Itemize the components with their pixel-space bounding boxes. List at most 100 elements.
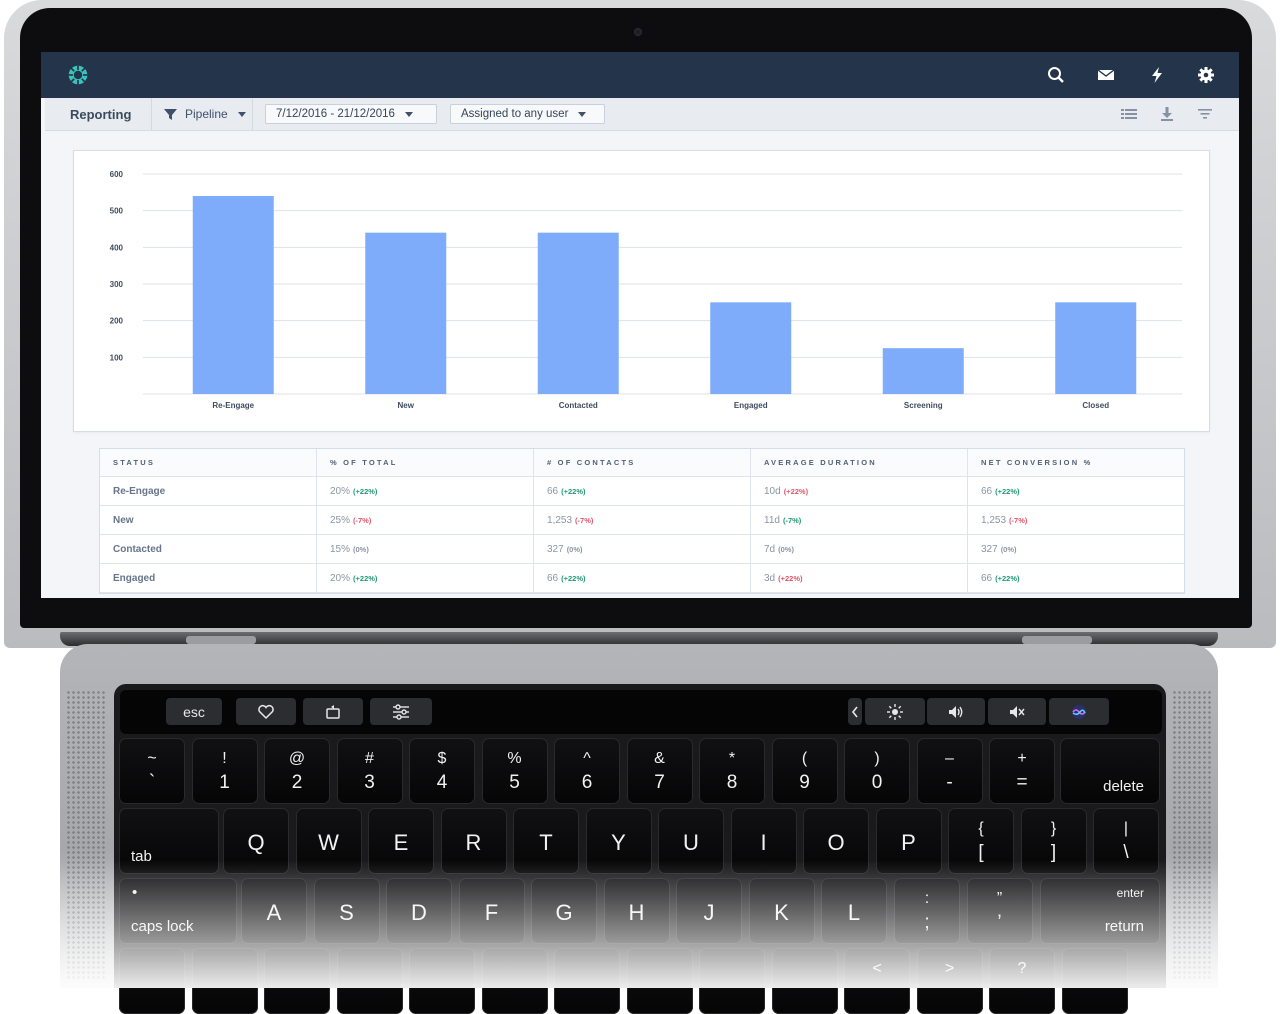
key-8[interactable]: * 8 xyxy=(699,738,765,804)
key-row4[interactable] xyxy=(626,948,693,1014)
key-label: E xyxy=(393,830,409,855)
touchbar-adjust[interactable] xyxy=(370,698,432,725)
download-icon[interactable] xyxy=(1159,106,1175,122)
filter-lines-icon[interactable] xyxy=(1197,106,1213,122)
column-header[interactable]: # OF CONTACTS xyxy=(534,449,751,476)
touchbar-favorite[interactable] xyxy=(236,698,296,725)
key-=[interactable]: + = xyxy=(989,738,1055,804)
key-row4[interactable] xyxy=(771,948,838,1014)
key-l[interactable]: L xyxy=(821,878,887,944)
key-5[interactable]: % 5 xyxy=(481,738,548,804)
column-header[interactable]: AVERAGE DURATION xyxy=(751,449,968,476)
key-symbol[interactable]: {[ xyxy=(948,808,1014,874)
key-e[interactable]: E xyxy=(368,808,434,874)
key-0[interactable]: ) 0 xyxy=(844,738,910,804)
touchbar-volume[interactable] xyxy=(927,698,985,725)
key-caps-lock[interactable]: • caps lock xyxy=(119,878,237,944)
touchbar-mute[interactable] xyxy=(988,698,1046,725)
table-row[interactable]: New 25% (-7%) 1,253 (-7%) 11d (-7%) 1,253 (-7%) xyxy=(100,506,1184,535)
app-logo[interactable] xyxy=(65,64,91,86)
bar-engaged[interactable] xyxy=(710,302,792,394)
key-j[interactable]: J xyxy=(676,878,742,944)
change-badge: (+22%) xyxy=(995,573,1020,583)
key-y[interactable]: Y xyxy=(585,808,652,874)
key-p[interactable]: P xyxy=(875,808,942,874)
key-symbol[interactable]: | \ xyxy=(1093,808,1159,874)
key-symbol[interactable]: :; xyxy=(894,878,960,944)
key-o[interactable]: O xyxy=(803,808,869,874)
assignee-select[interactable]: Assigned to any user xyxy=(450,104,605,124)
mail-icon[interactable] xyxy=(1097,66,1115,84)
gear-icon[interactable] xyxy=(1197,66,1215,84)
key-row4[interactable] xyxy=(336,948,403,1014)
touchbar-brightness[interactable] xyxy=(865,698,925,725)
key-row4[interactable] xyxy=(264,948,330,1014)
key-3[interactable]: #3 xyxy=(336,738,403,804)
key-row4[interactable]: ? xyxy=(989,948,1055,1014)
key-r[interactable]: R xyxy=(440,808,507,874)
column-header[interactable]: % OF TOTAL xyxy=(317,449,534,476)
bar-contacted[interactable] xyxy=(537,232,619,394)
bar-new[interactable] xyxy=(365,232,447,394)
key-delete[interactable]: delete xyxy=(1060,738,1160,804)
key-`[interactable]: ~ ` xyxy=(119,738,185,804)
key-tab[interactable]: tab xyxy=(119,808,219,874)
key-row4[interactable] xyxy=(191,948,258,1014)
column-header[interactable]: NET CONVERSION % xyxy=(968,449,1184,476)
key-u[interactable]: U xyxy=(658,808,724,874)
key-s[interactable]: S xyxy=(313,878,380,944)
bar-closed[interactable] xyxy=(1055,302,1137,394)
key-f[interactable]: F xyxy=(458,878,525,944)
key-row4[interactable] xyxy=(119,948,185,1014)
key-return[interactable]: enter return xyxy=(1040,878,1160,944)
column-header[interactable]: STATUS xyxy=(100,449,317,476)
key-symbol[interactable]: }] xyxy=(1020,808,1087,874)
table-cell: 66 (+22%) xyxy=(968,477,1184,505)
key-row4[interactable] xyxy=(1061,948,1128,1014)
list-view-icon[interactable] xyxy=(1121,106,1137,122)
key-row4[interactable] xyxy=(699,948,765,1014)
touchbar-collapse[interactable] xyxy=(848,698,862,725)
key-6[interactable]: ^ 6 xyxy=(554,738,620,804)
key-label: ! xyxy=(222,750,227,767)
status-cell: Re-Engage xyxy=(100,477,317,505)
key-k[interactable]: K xyxy=(748,878,815,944)
pipeline-filter-button[interactable]: Pipeline xyxy=(151,98,253,130)
touchbar-esc-key[interactable]: esc xyxy=(166,698,222,725)
table-row[interactable]: Contacted 15% (0%) 327 (0%) 7d (0%) 327 (0%) xyxy=(100,535,1184,564)
bar-re-engage[interactable] xyxy=(192,196,274,394)
key-row4[interactable] xyxy=(554,948,620,1014)
key-9[interactable]: (9 xyxy=(771,738,838,804)
date-range-select[interactable]: 7/12/2016 - 21/12/2016 xyxy=(265,104,437,124)
bolt-icon[interactable] xyxy=(1148,66,1166,84)
key-1[interactable]: ! 1 xyxy=(191,738,258,804)
key-g[interactable]: G xyxy=(531,878,597,944)
key-row4[interactable]: < xyxy=(844,948,910,1014)
key-w[interactable]: W xyxy=(295,808,362,874)
key-i[interactable]: I xyxy=(730,808,797,874)
table-cell: 327 (0%) xyxy=(534,535,751,563)
key-row4[interactable] xyxy=(481,948,548,1014)
key-7[interactable]: & 7 xyxy=(626,738,693,804)
key-symbol[interactable]: ”’ xyxy=(966,878,1033,944)
key-label: $ xyxy=(437,750,447,767)
key-row4[interactable]: > xyxy=(916,948,983,1014)
cell-value: 11d xyxy=(764,514,780,526)
key-q[interactable]: Q xyxy=(223,808,289,874)
touchbar-siri[interactable] xyxy=(1049,698,1109,725)
key-4[interactable]: $4 xyxy=(409,738,475,804)
key-h[interactable]: H xyxy=(603,878,670,944)
search-icon[interactable] xyxy=(1047,66,1065,84)
key-a[interactable]: A xyxy=(241,878,307,944)
key-row4[interactable] xyxy=(409,948,475,1014)
table-row[interactable]: Re-Engage 20% (+22%) 66 (+22%) 10d (+22%) 66 (+2… xyxy=(100,477,1184,506)
key--[interactable]: – - xyxy=(916,738,983,804)
key-2[interactable]: @2 xyxy=(264,738,330,804)
touchbar-rotate[interactable] xyxy=(303,698,363,725)
key-label: S xyxy=(339,900,354,925)
table-row[interactable]: Engaged 20% (+22%) 66 (+22%) 3d (+22%) 66 (+22%) xyxy=(100,564,1184,593)
change-badge: (-7%) xyxy=(575,515,594,525)
key-d[interactable]: D xyxy=(386,878,452,944)
bar-screening[interactable] xyxy=(882,348,964,394)
key-t[interactable]: T xyxy=(513,808,579,874)
